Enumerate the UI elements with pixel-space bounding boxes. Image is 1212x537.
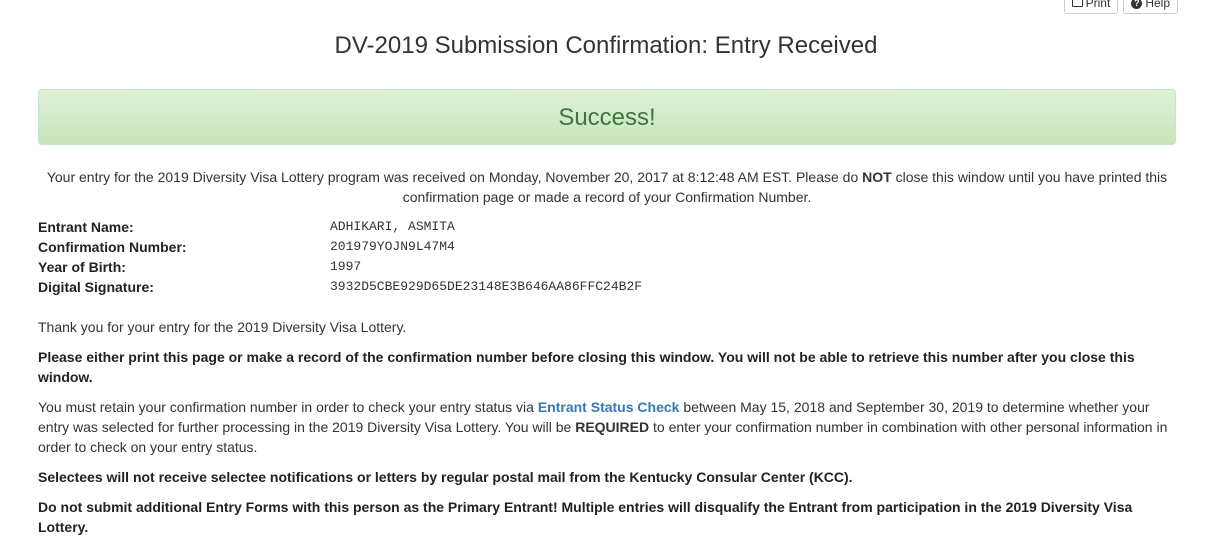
retain-number-text: You must retain your confirmation number… xyxy=(38,397,1176,457)
help-button[interactable]: ? Help xyxy=(1123,0,1178,14)
entry-details: Entrant Name: ADHIKARI, ASMITA Confirmat… xyxy=(38,217,1176,297)
intro-part1: Your entry for the 2019 Diversity Visa L… xyxy=(46,169,863,185)
required-emphasis: REQUIRED xyxy=(575,419,650,435)
print-button-label: Print xyxy=(1085,0,1111,10)
intro-emphasis: NOT xyxy=(862,169,892,185)
top-toolbar: Print ? Help xyxy=(1063,0,1178,14)
year-of-birth-label: Year of Birth: xyxy=(38,259,126,275)
no-additional-entries-text: Do not submit additional Entry Forms wit… xyxy=(38,499,1133,535)
selectees-notice-text: Selectees will not receive selectee noti… xyxy=(38,469,853,485)
print-warning-text: Please either print this page or make a … xyxy=(38,349,1135,385)
year-of-birth-value: 1997 xyxy=(330,259,362,274)
print-button[interactable]: Print xyxy=(1063,0,1119,14)
digital-signature-value: 3932D5CBE929D65DE23148E3B646AA86FFC24B2F xyxy=(330,279,643,294)
digital-signature-row: Digital Signature: 3932D5CBE929D65DE2314… xyxy=(38,277,1176,297)
question-circle-icon: ? xyxy=(1131,0,1143,9)
help-button-label: Help xyxy=(1145,0,1170,10)
entrant-name-value: ADHIKARI, ASMITA xyxy=(330,219,455,234)
page-title: DV-2019 Submission Confirmation: Entry R… xyxy=(334,32,878,59)
intro-text: Your entry for the 2019 Diversity Visa L… xyxy=(38,167,1176,207)
entrant-status-check-link[interactable]: Entrant Status Check xyxy=(538,399,680,415)
thanks-text: Thank you for your entry for the 2019 Di… xyxy=(38,319,407,335)
entrant-name-row: Entrant Name: ADHIKARI, ASMITA xyxy=(38,217,1176,237)
digital-signature-label: Digital Signature: xyxy=(38,279,154,295)
confirmation-number-value: 201979YOJN9L47M4 xyxy=(330,239,455,254)
confirmation-number-row: Confirmation Number: 201979YOJN9L47M4 xyxy=(38,237,1176,257)
entrant-name-label: Entrant Name: xyxy=(38,219,134,235)
success-alert: Success! xyxy=(38,89,1176,145)
confirmation-number-label: Confirmation Number: xyxy=(38,239,187,255)
year-of-birth-row: Year of Birth: 1997 xyxy=(38,257,1176,277)
retain-part1: You must retain your confirmation number… xyxy=(38,399,538,415)
printer-icon xyxy=(1071,0,1083,7)
